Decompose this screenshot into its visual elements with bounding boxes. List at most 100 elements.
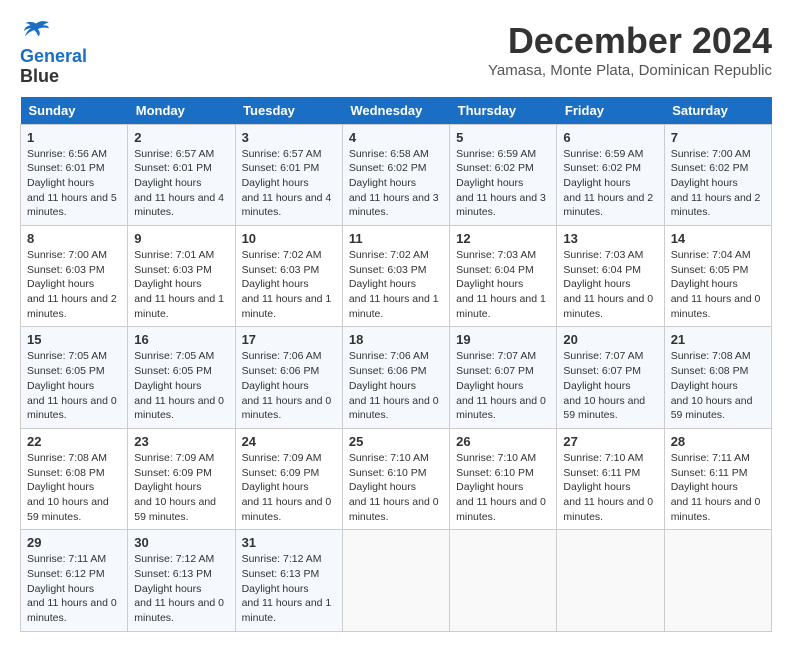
day-number: 12 [456,231,550,246]
day-number: 7 [671,130,765,145]
table-row: 27 Sunrise: 7:10 AMSunset: 6:11 PMDayligh… [557,428,664,529]
table-row [664,530,771,631]
day-number: 31 [242,535,336,550]
table-row: 1 Sunrise: 6:56 AMSunset: 6:01 PMDaylight… [21,124,128,225]
calendar-week-row: 8 Sunrise: 7:00 AMSunset: 6:03 PMDaylight… [21,226,772,327]
table-row [342,530,449,631]
table-row: 18 Sunrise: 7:06 AMSunset: 6:06 PMDayligh… [342,327,449,428]
table-row: 20Sunrise: 7:07 AMSunset: 6:07 PMDayligh… [557,327,664,428]
title-section: December 2024 Yamasa, Monte Plata, Domin… [488,20,772,79]
day-number: 13 [563,231,657,246]
day-info: Sunrise: 6:58 AMSunset: 6:02 PMDaylight … [349,147,443,220]
day-info: Sunrise: 7:02 AMSunset: 6:03 PMDaylight … [349,248,443,321]
day-number: 15 [27,332,121,347]
day-number: 16 [134,332,228,347]
table-row: 31 Sunrise: 7:12 AMSunset: 6:13 PMDayligh… [235,530,342,631]
table-row: 9Sunrise: 7:01 AMSunset: 6:03 PMDaylight… [128,226,235,327]
col-monday: Monday [128,97,235,125]
day-info: Sunrise: 7:10 AMSunset: 6:10 PMDaylight … [349,451,443,524]
table-row [450,530,557,631]
table-row: 23 Sunrise: 7:09 AMSunset: 6:09 PMDayligh… [128,428,235,529]
day-info: Sunrise: 7:03 AMSunset: 6:04 PMDaylight … [563,248,657,321]
day-info: Sunrise: 7:06 AMSunset: 6:06 PMDaylight … [349,349,443,422]
table-row: 25 Sunrise: 7:10 AMSunset: 6:10 PMDayligh… [342,428,449,529]
day-number: 27 [563,434,657,449]
day-info: Sunrise: 7:07 AMSunset: 6:07 PMDaylight … [456,349,550,422]
day-number: 30 [134,535,228,550]
day-number: 4 [349,130,443,145]
day-info: Sunrise: 6:57 AMSunset: 6:01 PMDaylight … [134,147,228,220]
day-number: 25 [349,434,443,449]
calendar-title: December 2024 [488,20,772,62]
day-info: Sunrise: 7:03 AMSunset: 6:04 PMDaylight … [456,248,550,321]
day-info: Sunrise: 7:08 AMSunset: 6:08 PMDaylight … [671,349,765,422]
day-number: 24 [242,434,336,449]
calendar-header-row: Sunday Monday Tuesday Wednesday Thursday… [21,97,772,125]
table-row: 15Sunrise: 7:05 AMSunset: 6:05 PMDayligh… [21,327,128,428]
day-number: 18 [349,332,443,347]
day-info: Sunrise: 7:09 AMSunset: 6:09 PMDaylight … [134,451,228,524]
logo: GeneralBlue [20,20,87,87]
table-row: 22 Sunrise: 7:08 AMSunset: 6:08 PMDayligh… [21,428,128,529]
col-sunday: Sunday [21,97,128,125]
table-row: 8 Sunrise: 7:00 AMSunset: 6:03 PMDaylight… [21,226,128,327]
table-row: 7 Sunrise: 7:00 AMSunset: 6:02 PMDaylight… [664,124,771,225]
day-number: 21 [671,332,765,347]
day-info: Sunrise: 7:05 AMSunset: 6:05 PMDaylight … [134,349,228,422]
col-wednesday: Wednesday [342,97,449,125]
day-number: 23 [134,434,228,449]
table-row: 16 Sunrise: 7:05 AMSunset: 6:05 PMDayligh… [128,327,235,428]
table-row: 29Sunrise: 7:11 AMSunset: 6:12 PMDayligh… [21,530,128,631]
calendar-week-row: 15 Sunrise: 7:05 AMSunset: 6:05 PMDayligh… [21,327,772,428]
table-row: 30 Sunrise: 7:12 AMSunset: 6:13 PMDayligh… [128,530,235,631]
table-row: 14 Sunrise: 7:04 AMSunset: 6:05 PMDayligh… [664,226,771,327]
day-info: Sunrise: 7:11 AMSunset: 6:12 PMDaylight … [27,552,121,625]
table-row: 5Sunrise: 6:59 AMSunset: 6:02 PMDaylight… [450,124,557,225]
logo-bird-icon [22,20,50,42]
calendar-week-row: 29Sunrise: 7:11 AMSunset: 6:12 PMDayligh… [21,530,772,631]
day-info: Sunrise: 7:09 AMSunset: 6:09 PMDaylight … [242,451,336,524]
day-info: Sunrise: 6:56 AMSunset: 6:01 PMDaylight … [27,147,121,220]
page-header: GeneralBlue December 2024 Yamasa, Monte … [20,20,772,87]
day-info: Sunrise: 7:12 AMSunset: 6:13 PMDaylight … [242,552,336,625]
day-number: 3 [242,130,336,145]
day-info: Sunrise: 7:01 AMSunset: 6:03 PMDaylight … [134,248,228,321]
table-row: 6Sunrise: 6:59 AMSunset: 6:02 PMDaylight… [557,124,664,225]
table-row [557,530,664,631]
calendar-week-row: 22 Sunrise: 7:08 AMSunset: 6:08 PMDayligh… [21,428,772,529]
day-number: 10 [242,231,336,246]
day-number: 17 [242,332,336,347]
table-row: 12 Sunrise: 7:03 AMSunset: 6:04 PMDayligh… [450,226,557,327]
day-info: Sunrise: 7:10 AMSunset: 6:10 PMDaylight … [456,451,550,524]
day-number: 2 [134,130,228,145]
table-row: 13 Sunrise: 7:03 AMSunset: 6:04 PMDayligh… [557,226,664,327]
day-number: 22 [27,434,121,449]
day-number: 6 [563,130,657,145]
col-saturday: Saturday [664,97,771,125]
day-info: Sunrise: 7:00 AMSunset: 6:02 PMDaylight … [671,147,765,220]
day-number: 14 [671,231,765,246]
table-row: 26 Sunrise: 7:10 AMSunset: 6:10 PMDayligh… [450,428,557,529]
table-row: 28 Sunrise: 7:11 AMSunset: 6:11 PMDayligh… [664,428,771,529]
day-info: Sunrise: 6:57 AMSunset: 6:01 PMDaylight … [242,147,336,220]
logo-text: GeneralBlue [20,47,87,87]
day-info: Sunrise: 7:04 AMSunset: 6:05 PMDaylight … [671,248,765,321]
day-number: 19 [456,332,550,347]
day-info: Sunrise: 6:59 AMSunset: 6:02 PMDaylight … [456,147,550,220]
day-info: Sunrise: 7:12 AMSunset: 6:13 PMDaylight … [134,552,228,625]
col-friday: Friday [557,97,664,125]
day-number: 28 [671,434,765,449]
day-number: 8 [27,231,121,246]
day-info: Sunrise: 7:00 AMSunset: 6:03 PMDaylight … [27,248,121,321]
table-row: 11 Sunrise: 7:02 AMSunset: 6:03 PMDayligh… [342,226,449,327]
col-tuesday: Tuesday [235,97,342,125]
day-info: Sunrise: 7:11 AMSunset: 6:11 PMDaylight … [671,451,765,524]
day-info: Sunrise: 7:08 AMSunset: 6:08 PMDaylight … [27,451,121,524]
day-number: 11 [349,231,443,246]
table-row: 17Sunrise: 7:06 AMSunset: 6:06 PMDayligh… [235,327,342,428]
day-info: Sunrise: 7:07 AMSunset: 6:07 PMDaylight … [563,349,657,422]
day-number: 26 [456,434,550,449]
day-number: 1 [27,130,121,145]
day-info: Sunrise: 7:10 AMSunset: 6:11 PMDaylight … [563,451,657,524]
table-row: 10Sunrise: 7:02 AMSunset: 6:03 PMDayligh… [235,226,342,327]
